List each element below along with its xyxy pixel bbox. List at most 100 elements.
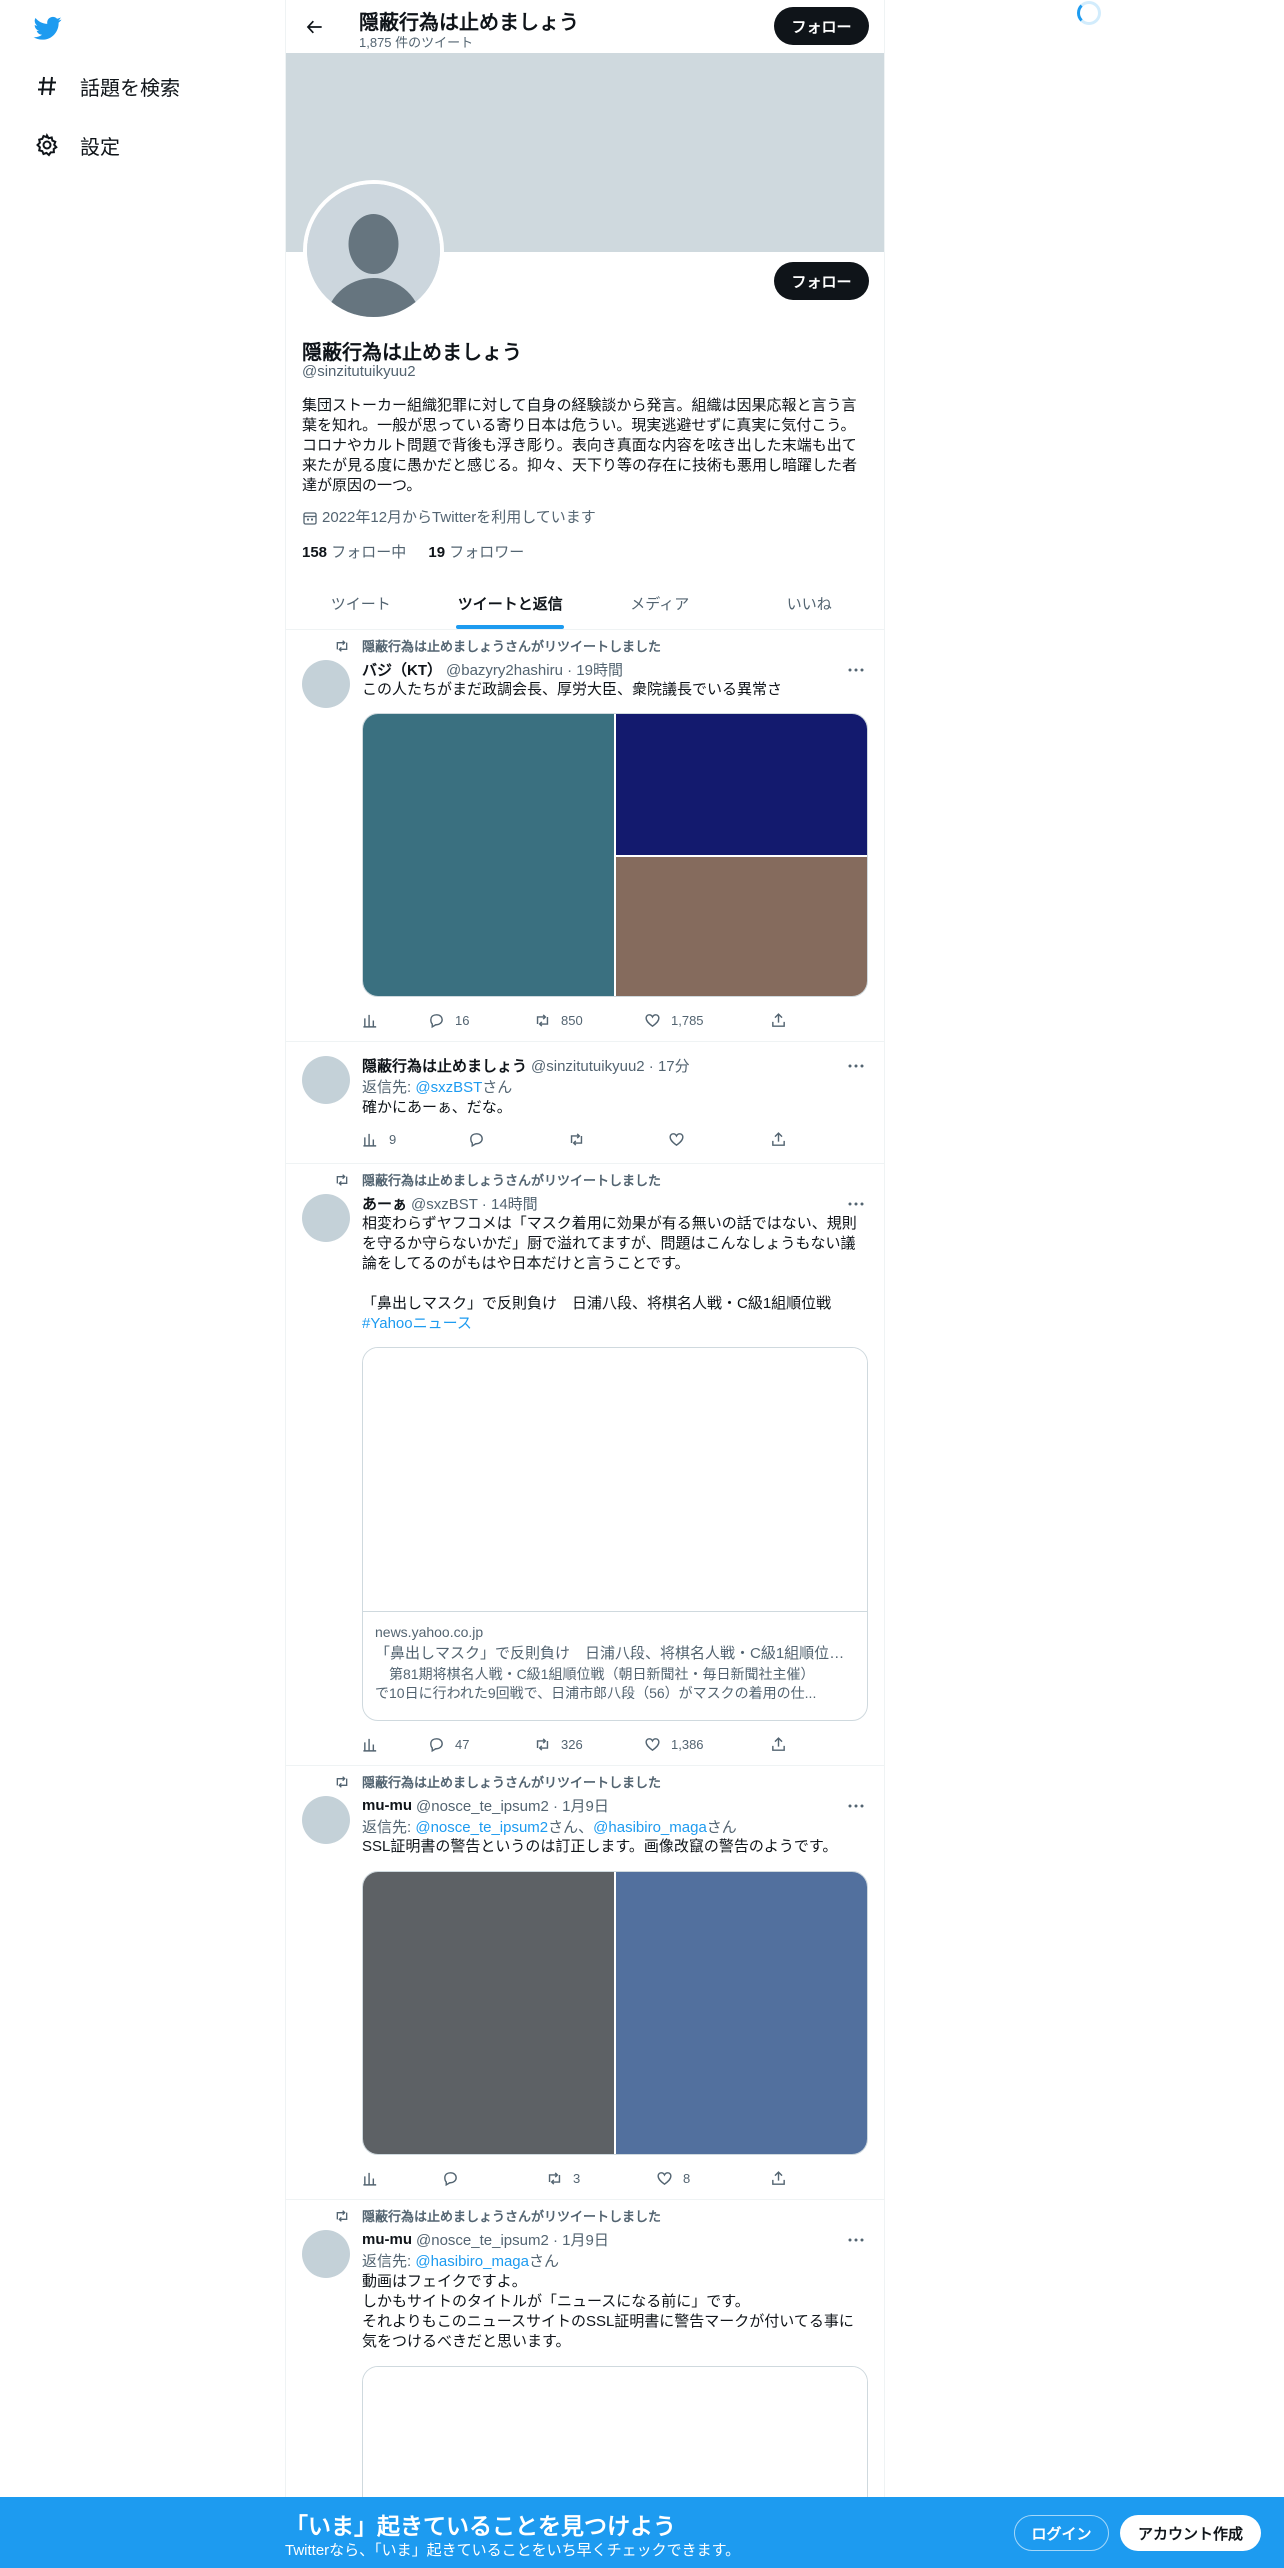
more-options-icon[interactable]: [844, 1796, 868, 1816]
profile-avatar[interactable]: [303, 180, 444, 321]
retweet-icon: [548, 2172, 561, 2185]
author-handle-time[interactable]: @sxzBST · 14時間: [411, 1193, 538, 1214]
media-image-1[interactable]: [363, 1872, 614, 2154]
share-button[interactable]: [770, 1736, 797, 1753]
author-name[interactable]: mu-mu: [362, 2231, 412, 2248]
signup-button[interactable]: アカウント作成: [1120, 2515, 1261, 2551]
author-handle-time[interactable]: @sinzitutuikyuu2 · 17分: [531, 1055, 690, 1076]
reply-button[interactable]: 16: [428, 1012, 469, 1029]
author-name[interactable]: バジ（KT）: [362, 659, 442, 680]
retweet-button[interactable]: 850: [534, 1012, 583, 1029]
link-card-image: [363, 1348, 867, 1612]
views-icon: [363, 1133, 377, 1147]
author-name[interactable]: mu-mu: [362, 1797, 412, 1814]
tab-tweets[interactable]: ツイート: [286, 577, 436, 629]
following-link[interactable]: 158 フォロー中: [302, 544, 406, 561]
avatar[interactable]: [302, 2230, 350, 2278]
tab-media[interactable]: メディア: [585, 577, 735, 629]
retweet-button[interactable]: [568, 1131, 595, 1148]
author-name[interactable]: あーぁ: [362, 1193, 407, 1214]
views-button[interactable]: [362, 1736, 389, 1753]
views-icon: [363, 1014, 377, 1028]
author-handle-time[interactable]: @nosce_te_ipsum2 · 1月9日: [416, 2229, 609, 2250]
twitter-logo-icon[interactable]: [32, 14, 64, 42]
tweet[interactable]: 隠蔽行為は止めましょうさんがリツイートしました バジ（KT） @bazyry2h…: [286, 630, 884, 1042]
media-image-2[interactable]: [616, 714, 867, 855]
link-card-domain: news.yahoo.co.jp: [375, 1624, 484, 1640]
reply-to-link[interactable]: @hasibiro_maga: [415, 2253, 529, 2270]
nav-item-label: 設定: [80, 136, 120, 159]
tab-tweets-and-replies[interactable]: ツイートと返信: [436, 577, 586, 629]
tweet-actions: 47 326 1,386: [362, 1736, 792, 1756]
retweet-icon: [536, 1738, 549, 1751]
signup-prompt-subtitle: Twitterなら、「いま」起きていることをいち早くチェックできます。: [285, 2542, 741, 2559]
retweet-button[interactable]: 3: [546, 2170, 580, 2187]
avatar[interactable]: [302, 1194, 350, 1242]
joined-text: 2022年12月からTwitterを利用しています: [322, 509, 596, 526]
reply-context: 返信先: @hasibiro_magaさん: [362, 2253, 559, 2270]
hashtag-link[interactable]: #Yahooニュース: [362, 1315, 472, 1332]
like-button[interactable]: 1,386: [644, 1736, 704, 1753]
media-image-2[interactable]: [616, 1872, 867, 2154]
views-button[interactable]: [362, 2170, 389, 2187]
retweet-icon: [334, 2208, 350, 2224]
tweet-text: 相変わらずヤフコメは「マスク着用に効果が有る無いの話ではない、規則 を守るか守ら…: [362, 1215, 857, 1332]
author-name[interactable]: 隠蔽行為は止めましょう: [362, 1055, 527, 1076]
header-title: 隠蔽行為は止めましょう: [359, 12, 579, 34]
tweet-actions: 3 8: [362, 2170, 792, 2190]
followers-link[interactable]: 19 フォロワー: [428, 544, 524, 561]
share-button[interactable]: [770, 2170, 797, 2187]
more-options-icon[interactable]: [844, 2230, 868, 2250]
reply-to-link[interactable]: @nosce_te_ipsum2: [415, 1819, 548, 1836]
author-handle-time[interactable]: @nosce_te_ipsum2 · 1月9日: [416, 1795, 609, 1816]
media-image-3[interactable]: [616, 857, 867, 996]
avatar[interactable]: [302, 660, 350, 708]
back-arrow-icon[interactable]: [300, 12, 330, 42]
tweet-author: mu-mu @nosce_te_ipsum2 · 1月9日: [362, 2229, 609, 2250]
media-image-1[interactable]: [363, 714, 614, 996]
tweet-text: 動画はフェイクですよ。 しかもサイトのタイトルが「ニュースになる前に」です。 そ…: [362, 2273, 854, 2350]
calendar-icon: [302, 510, 318, 526]
reply-button[interactable]: 47: [428, 1736, 469, 1753]
like-button[interactable]: 1,785: [644, 1012, 704, 1029]
share-button[interactable]: [770, 1131, 797, 1148]
profile-handle: @sinzitutuikyuu2: [302, 363, 416, 380]
views-button[interactable]: 9: [362, 1131, 396, 1148]
tweet[interactable]: 隠蔽行為は止めましょうさんがリツイートしました あーぁ @sxzBST · 14…: [286, 1164, 884, 1766]
retweet-context: 隠蔽行為は止めましょうさんがリツイートしました: [334, 1772, 661, 1791]
header-follow-button[interactable]: フォロー: [774, 7, 869, 45]
tweet[interactable]: 隠蔽行為は止めましょう @sinzitutuikyuu2 · 17分 返信先: …: [286, 1042, 884, 1164]
reply-to-link[interactable]: @hasibiro_maga: [593, 1819, 707, 1836]
nav-item-label: 話題を検索: [80, 77, 180, 100]
more-options-icon[interactable]: [844, 1194, 868, 1214]
like-button[interactable]: 8: [656, 2170, 690, 2187]
profile-joined-date: 2022年12月からTwitterを利用しています: [302, 506, 596, 527]
reply-button[interactable]: [442, 2170, 469, 2187]
profile-tabs: ツイート ツイートと返信 メディア いいね: [286, 577, 884, 630]
author-handle-time[interactable]: @bazyry2hashiru · 19時間: [446, 659, 623, 680]
nav-item-explore[interactable]: 話題を検索: [34, 66, 180, 106]
profile-follow-button[interactable]: フォロー: [774, 262, 869, 300]
tab-likes[interactable]: いいね: [735, 577, 885, 629]
login-button[interactable]: ログイン: [1014, 2515, 1109, 2551]
link-preview-card[interactable]: news.yahoo.co.jp 「鼻出しマスク」で反則負け 日浦八段、将棋名人…: [362, 1347, 868, 1721]
views-icon: [363, 1738, 377, 1752]
retweet-button[interactable]: 326: [534, 1736, 583, 1753]
more-options-icon[interactable]: [844, 1056, 868, 1076]
nav-item-settings[interactable]: 設定: [34, 125, 120, 165]
tweet-author: 隠蔽行為は止めましょう @sinzitutuikyuu2 · 17分: [362, 1055, 690, 1076]
share-button[interactable]: [770, 1012, 797, 1029]
heart-icon: [657, 2172, 672, 2186]
views-button[interactable]: [362, 1012, 389, 1029]
more-options-icon[interactable]: [844, 660, 868, 680]
reply-icon: [444, 2172, 457, 2187]
hashtag-icon: [34, 73, 60, 99]
reply-to-link[interactable]: @sxzBST: [415, 1079, 482, 1096]
tweet[interactable]: 隠蔽行為は止めましょうさんがリツイートしました mu-mu @nosce_te_…: [286, 1766, 884, 2200]
reply-button[interactable]: [468, 1131, 495, 1148]
like-button[interactable]: [668, 1131, 695, 1148]
tweet-media-grid: [362, 713, 868, 997]
avatar[interactable]: [302, 1056, 350, 1104]
profile-stats: 158 フォロー中 19 フォロワー: [302, 541, 542, 562]
avatar[interactable]: [302, 1796, 350, 1844]
